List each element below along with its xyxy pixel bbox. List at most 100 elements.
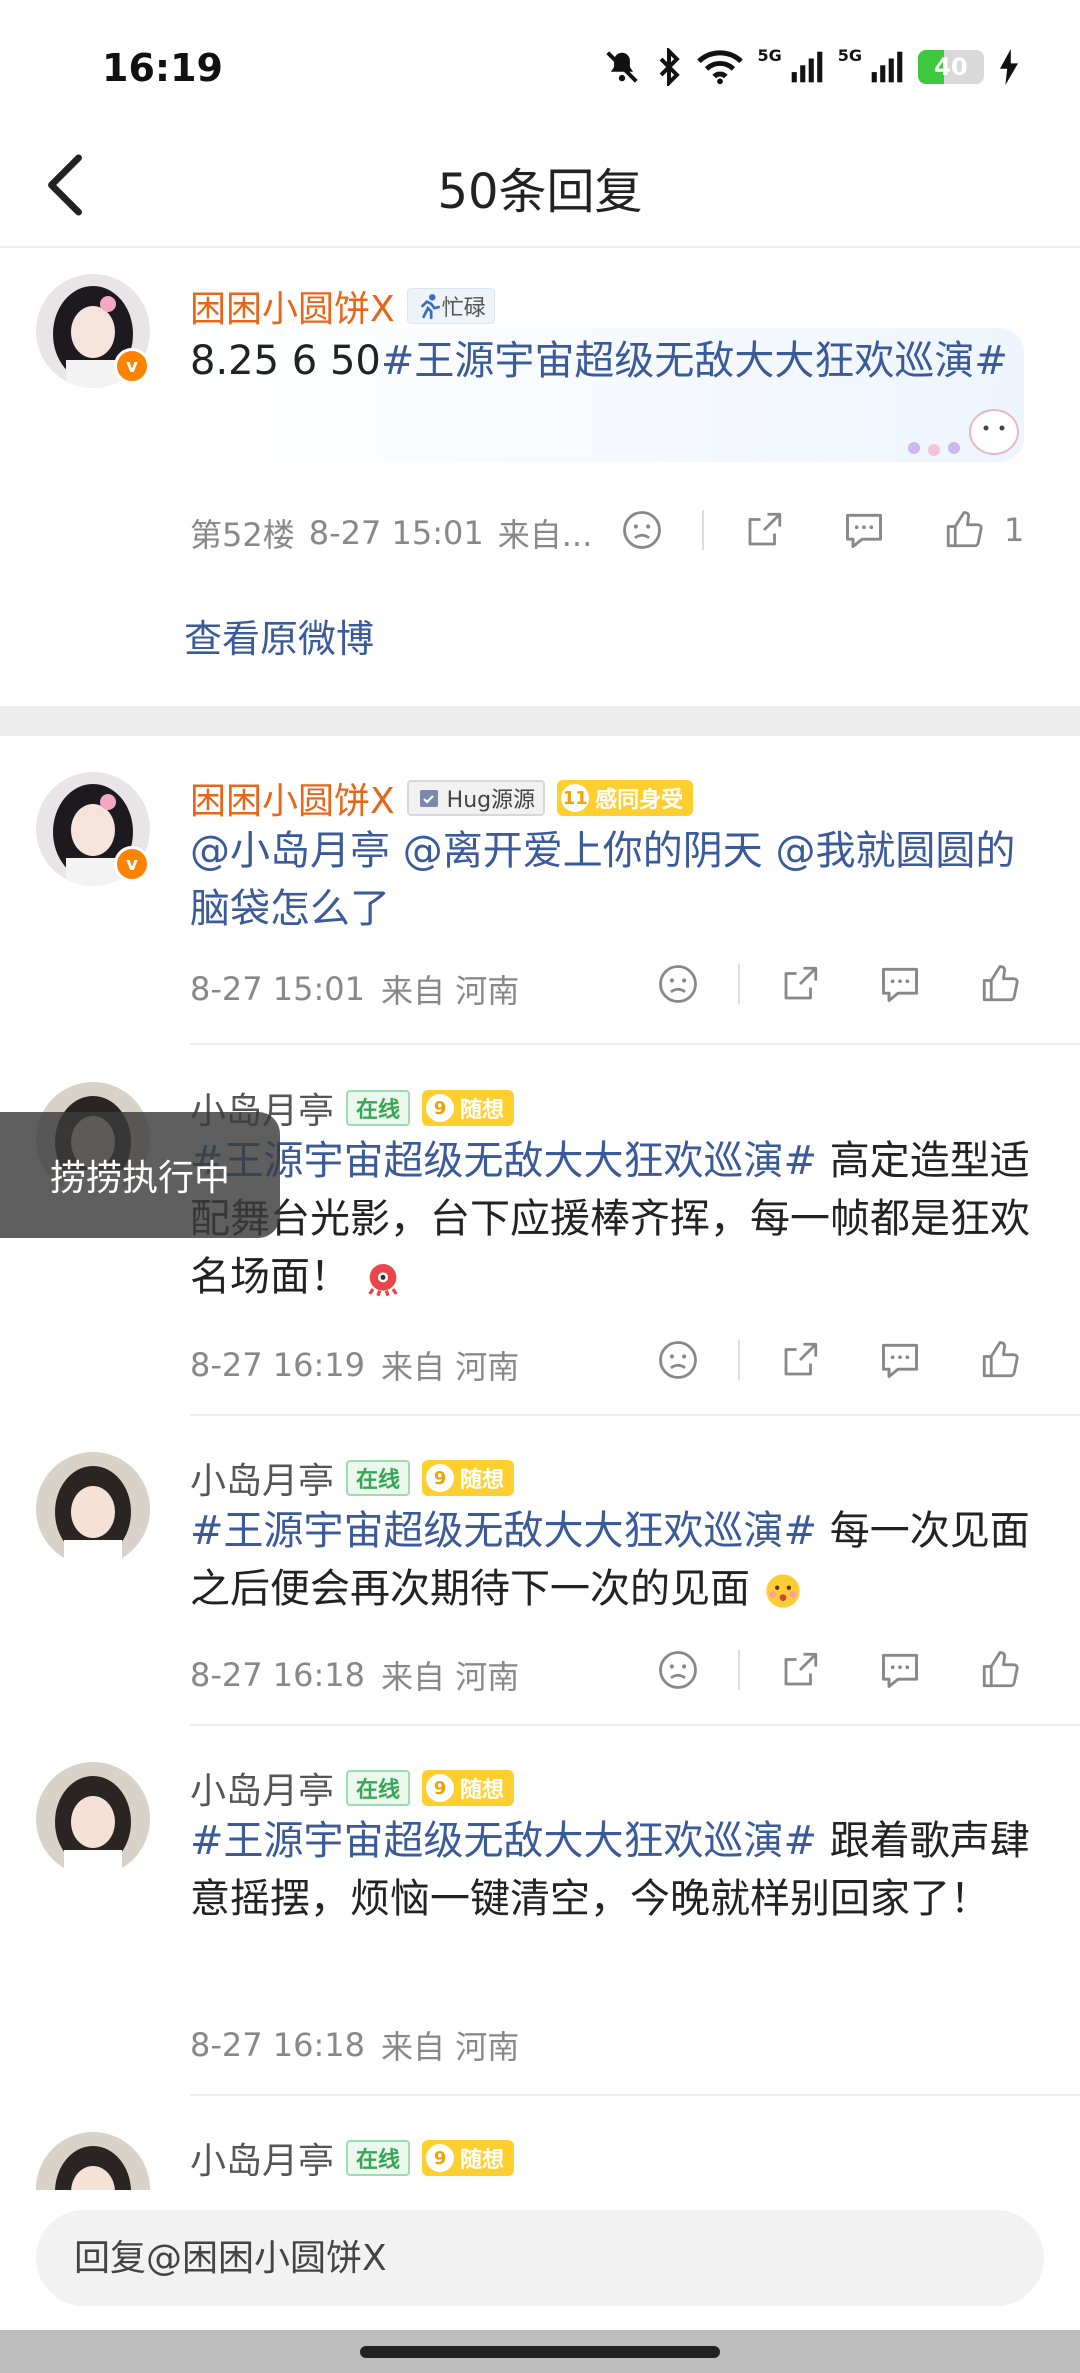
comment-button[interactable]	[870, 954, 930, 1014]
avatar[interactable]: v	[36, 772, 150, 886]
share-button[interactable]	[770, 1330, 830, 1390]
battery-level: 40	[934, 53, 968, 81]
topic-link[interactable]: #王源宇宙超级无敌大大狂欢巡演#	[190, 1818, 817, 1864]
status-time: 16:19	[102, 46, 223, 90]
reply-item: 小岛月亭 在线 9 随想 #王源宇宙超级无敌大大狂欢巡演# 每一次见面之后便会再…	[0, 1416, 1080, 1722]
reply-item: 小岛月亭 在线 9 随想	[0, 2096, 1080, 2190]
avatar[interactable]: v	[36, 274, 150, 388]
comment-icon	[882, 967, 918, 1002]
post-source: 来自...	[497, 516, 593, 554]
reply-meta: 8-27 16:18 来自 河南	[190, 2022, 519, 2068]
bluetooth-icon	[660, 48, 681, 86]
view-original-link[interactable]: 查看原微博	[184, 608, 374, 663]
reply-actions	[648, 954, 1030, 1014]
separator	[738, 1340, 740, 1380]
level-number: 9	[426, 1774, 455, 1802]
page-title: 50条回复	[437, 164, 643, 220]
user-name[interactable]: 困困小圆饼X	[190, 772, 395, 824]
reply-actions	[648, 1640, 1030, 1700]
network-5g-label-2: 5G	[837, 45, 862, 65]
status-tag: 忙碌	[406, 288, 495, 324]
main-post: v 困困小圆饼X 忙碌 8.25 6 50#王源宇宙超级无敌大大狂欢巡演# 第5…	[0, 250, 1080, 690]
home-indicator[interactable]	[360, 2346, 720, 2358]
separator	[738, 1650, 740, 1690]
mention-link[interactable]: @小岛月亭	[190, 828, 390, 874]
like-button[interactable]	[934, 500, 994, 560]
mention-link[interactable]: @离开爱上你的阴天	[403, 828, 763, 874]
user-name[interactable]: 小岛月亭	[190, 2132, 334, 2184]
level-number: 9	[426, 1464, 455, 1492]
level-number: 9	[426, 2144, 455, 2172]
running-icon	[420, 294, 440, 319]
reply-meta: 8-27 15:01 来自 河南	[190, 966, 519, 1012]
thumbs-up-icon	[946, 511, 983, 548]
share-button[interactable]	[734, 500, 794, 560]
comment-button[interactable]	[834, 500, 894, 560]
signal-icon-2	[871, 51, 903, 83]
reply-actions	[648, 1330, 1030, 1390]
status-icons: 5G 5G 40	[603, 45, 1020, 86]
sad-face-icon	[659, 1651, 697, 1689]
section-divider	[0, 706, 1080, 736]
status-bar: 16:19 5G 5G 40	[0, 0, 1080, 130]
reply-time: 8-27 16:19	[190, 1346, 366, 1384]
level-number: 9	[426, 1094, 455, 1122]
share-button[interactable]	[770, 1640, 830, 1700]
online-badge: 在线	[346, 1460, 411, 1496]
thumbs-up-icon	[982, 1341, 1019, 1378]
emoji-icon	[766, 1574, 800, 1608]
avatar[interactable]	[36, 2132, 150, 2190]
topic-link[interactable]: #王源宇宙超级无敌大大狂欢巡演#	[190, 1508, 817, 1554]
share-icon	[748, 512, 782, 546]
post-actions: 1	[612, 500, 1024, 560]
post-text: 8.25 6 50#王源宇宙超级无敌大大狂欢巡演#	[190, 338, 1008, 384]
signal-icon	[791, 51, 823, 83]
level-badge: 11 感同身受	[557, 780, 694, 816]
network-5g-label: 5G	[757, 45, 782, 65]
share-icon	[784, 966, 818, 1000]
like-button[interactable]	[970, 1330, 1030, 1390]
reply-time: 8-27 15:01	[190, 970, 366, 1008]
separator	[702, 510, 704, 550]
like-button[interactable]	[970, 954, 1030, 1014]
user-name[interactable]: 小岛月亭	[190, 1452, 334, 1504]
sad-face-icon	[659, 965, 697, 1003]
avatar[interactable]	[36, 1762, 150, 1876]
divider	[190, 1043, 1080, 1045]
online-badge: 在线	[346, 1090, 411, 1126]
comment-icon	[882, 1653, 918, 1688]
user-name[interactable]: 困困小圆饼X	[190, 280, 395, 332]
dislike-button[interactable]	[612, 500, 672, 560]
reply-meta: 8-27 16:19 来自 河南	[190, 1342, 519, 1388]
fan-badge: Hug源源	[406, 780, 546, 816]
reply-bar	[0, 2190, 1080, 2330]
share-button[interactable]	[770, 954, 830, 1014]
dislike-button[interactable]	[648, 954, 708, 1014]
reply-time: 8-27 16:18	[190, 1656, 366, 1694]
nav-bar: 50条回复	[0, 130, 1080, 248]
verified-badge-icon: v	[114, 846, 150, 882]
user-name[interactable]: 小岛月亭	[190, 1762, 334, 1814]
battery-icon: 40	[918, 50, 984, 84]
dislike-button[interactable]	[648, 1330, 708, 1390]
sad-face-icon	[623, 511, 661, 549]
like-button[interactable]	[970, 1640, 1030, 1700]
reply-text: #王源宇宙超级无敌大大狂欢巡演# 每一次见面之后便会再次期待下一次的见面	[190, 1508, 1030, 1612]
share-icon	[784, 1342, 818, 1376]
dislike-button[interactable]	[648, 1640, 708, 1700]
comment-button[interactable]	[870, 1330, 930, 1390]
topic-link[interactable]: #王源宇宙超级无敌大大狂欢巡演#	[190, 1138, 817, 1184]
thumbs-up-icon	[982, 1651, 1019, 1688]
reply-time: 8-27 16:18	[190, 2026, 366, 2064]
reply-meta: 8-27 16:18 来自 河南	[190, 1652, 519, 1698]
calendar-check-icon	[419, 790, 438, 807]
reply-text: #王源宇宙超级无敌大大狂欢巡演# 高定造型适配舞台光影，台下应援棒齐挥，每一帧都…	[190, 1138, 1030, 1300]
reply-item: v 困困小圆饼X Hug源源 11 感同身受 @小岛月亭 @离开爱上你的阴天 @…	[0, 736, 1080, 1036]
online-badge: 在线	[346, 2140, 411, 2176]
reply-source: 来自 河南	[381, 2028, 520, 2066]
avatar[interactable]	[36, 1452, 150, 1566]
comment-button[interactable]	[870, 1640, 930, 1700]
topic-link[interactable]: #王源宇宙超级无敌大大狂欢巡演#	[381, 338, 1008, 384]
level-badge: 9 随想	[422, 1460, 515, 1496]
reply-input[interactable]	[36, 2210, 1044, 2306]
